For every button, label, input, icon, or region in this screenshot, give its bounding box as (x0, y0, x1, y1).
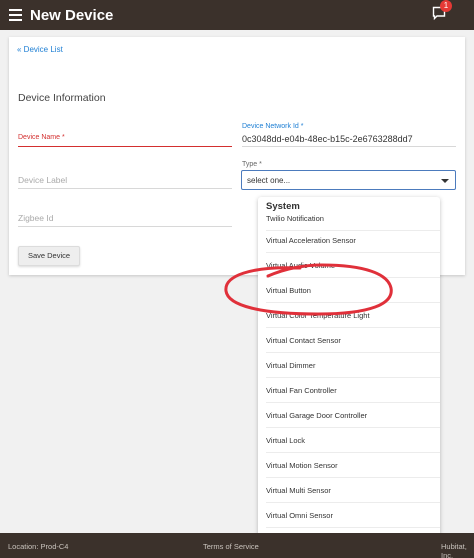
dropdown-option[interactable]: Virtual Omni Sensor (266, 503, 440, 528)
dropdown-option[interactable]: Virtual Lock (266, 428, 440, 453)
caret-down-icon (441, 179, 449, 183)
device-name-field[interactable]: Device Name * (18, 134, 65, 141)
device-label-underline (18, 188, 232, 189)
dropdown-option[interactable]: Virtual Acceleration Sensor (266, 228, 440, 253)
save-device-button[interactable]: Save Device (18, 246, 80, 266)
page-title: New Device (30, 7, 114, 24)
dropdown-option[interactable]: Virtual Motion Sensor (266, 453, 440, 478)
hamburger-menu-icon[interactable] (9, 9, 22, 21)
dropdown-option[interactable]: Virtual Fan Controller (266, 378, 440, 403)
type-label: Type * (242, 161, 262, 168)
location-label: Location: Prod-C4 (8, 542, 69, 551)
dropdown-option[interactable]: Virtual Dimmer (266, 353, 440, 378)
dropdown-option[interactable]: Virtual Audio Volume (266, 253, 440, 278)
dropdown-option[interactable]: Virtual Contact Sensor (266, 328, 440, 353)
dropdown-option-virtual-button[interactable]: Virtual Button (266, 278, 440, 303)
device-list-link[interactable]: « Device List (17, 45, 63, 54)
terms-of-service-link[interactable]: Terms of Service (203, 542, 259, 551)
dropdown-option[interactable]: Virtual Multi Sensor (266, 478, 440, 503)
type-selected-value: select one... (247, 176, 291, 185)
device-network-id-underline (242, 146, 456, 147)
zigbee-id-field[interactable]: Zigbee Id (18, 213, 53, 223)
type-dropdown-menu: System Twilio Notification Virtual Accel… (258, 197, 440, 558)
device-name-underline (18, 146, 232, 147)
device-network-id-field[interactable]: 0c3048dd-e04b-48ec-b15c-2e6763288dd7 (242, 134, 413, 144)
dropdown-option[interactable]: Virtual Garage Door Controller (266, 403, 440, 428)
notification-badge: 1 (440, 0, 452, 12)
device-network-id-label: Device Network Id * (242, 123, 304, 130)
dropdown-option[interactable]: Virtual Color Temperature Light (266, 303, 440, 328)
device-label-field[interactable]: Device Label (18, 175, 67, 185)
dropdown-group-label: System (266, 201, 304, 212)
app-header: New Device 1 (0, 0, 474, 30)
app-footer: Location: Prod-C4 Terms of Service Hubit… (0, 533, 474, 558)
zigbee-id-underline (18, 226, 232, 227)
copyright-text: Hubitat, Inc. (441, 542, 467, 558)
type-select[interactable]: select one... (241, 170, 456, 190)
section-title: Device Information (18, 92, 106, 104)
